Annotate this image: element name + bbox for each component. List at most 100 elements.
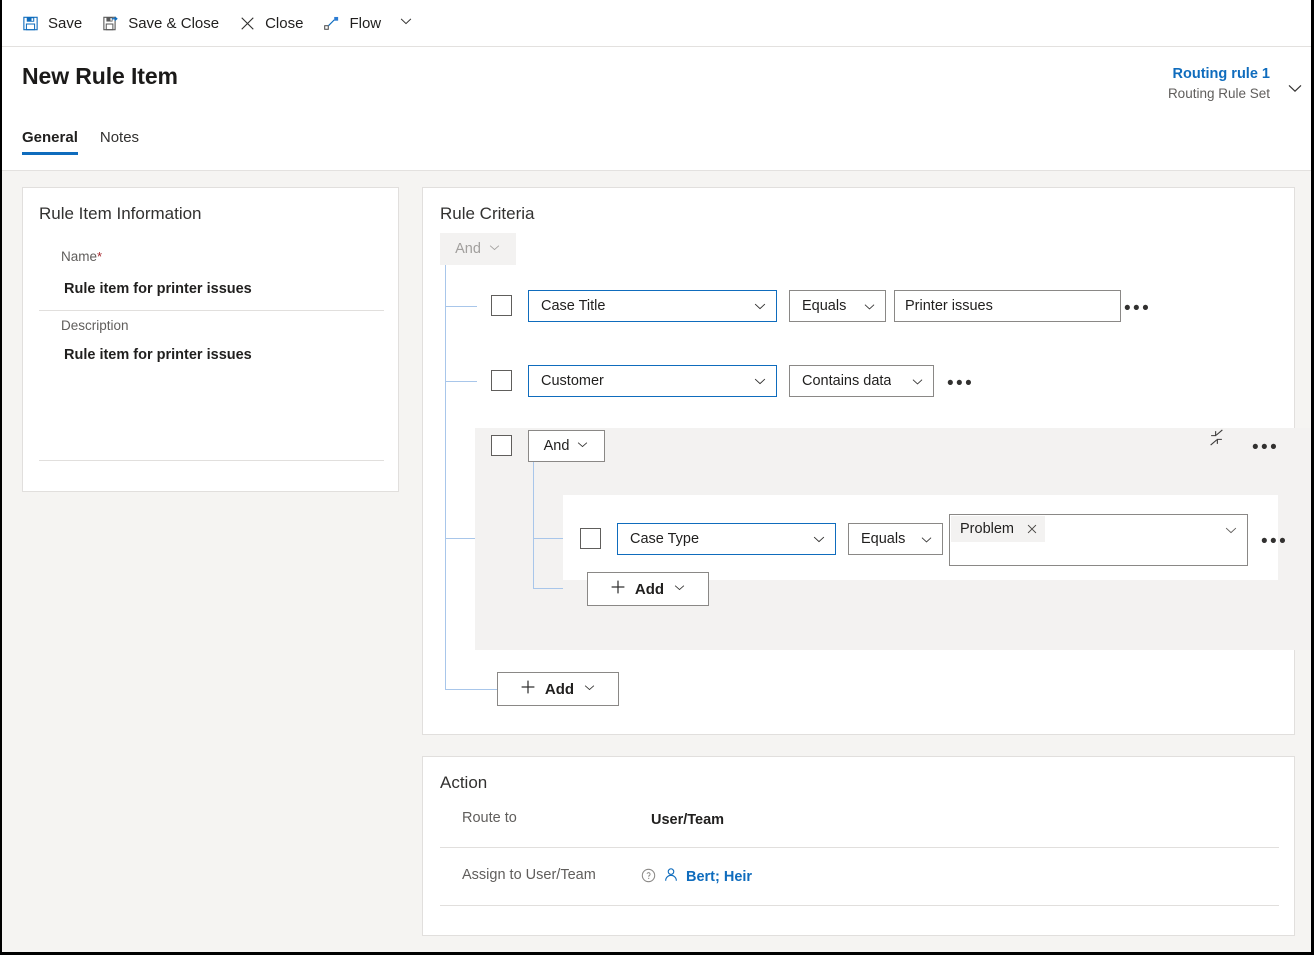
form-header: New Rule Item Routing rule 1 Routing Rul… [2, 47, 1311, 171]
name-field-label: Name* [61, 249, 102, 264]
save-button[interactable]: Save [12, 4, 92, 42]
criteria-value-multiselect[interactable]: Problem [949, 514, 1248, 566]
connector-nested-trunk [533, 462, 534, 589]
criteria-field-value: Case Title [541, 298, 606, 314]
criteria-operator-value: Equals [861, 531, 906, 547]
criteria-field-select[interactable]: Customer [528, 365, 777, 397]
criteria-row-checkbox[interactable] [491, 295, 512, 316]
root-group-operator-button[interactable]: And [440, 233, 516, 265]
criteria-row-checkbox[interactable] [580, 528, 601, 549]
criteria-row-more-label: ••• [1261, 531, 1289, 552]
chevron-down-icon [1224, 523, 1238, 537]
assign-to-label: Assign to User/Team [462, 867, 596, 883]
criteria-value-text: Printer issues [905, 298, 993, 314]
close-button[interactable]: Close [229, 4, 313, 42]
nested-group-checkbox[interactable] [491, 435, 512, 456]
criteria-field-select[interactable]: Case Type [617, 523, 836, 555]
command-bar: Save Save & Close Close Flow [2, 0, 1311, 47]
flow-button[interactable]: Flow [313, 4, 391, 42]
root-group-operator-label: And [455, 241, 481, 257]
assign-to-value-text: Bert; Heir [686, 869, 753, 885]
chevron-down-icon [812, 532, 826, 546]
connector-trunk [445, 265, 446, 689]
root-add-button[interactable]: Add [497, 672, 619, 706]
connector-branch-row1 [445, 306, 477, 307]
criteria-row-more-button[interactable]: ••• [1261, 532, 1288, 551]
route-to-label: Route to [462, 810, 517, 826]
action-card: Action Route to User/Team Assign to User… [422, 756, 1295, 936]
required-asterisk: * [97, 249, 103, 264]
criteria-operator-select[interactable]: Equals [789, 290, 886, 322]
action-heading: Action [440, 773, 488, 792]
close-button-label: Close [265, 14, 304, 32]
info-circle-icon [641, 868, 656, 887]
criteria-field-value: Case Type [630, 531, 700, 547]
save-and-close-icon [102, 15, 119, 32]
form-body: Rule Item Information Name* Rule item fo… [2, 171, 1311, 952]
tab-notes-label: Notes [99, 129, 140, 146]
close-x-icon[interactable] [1026, 523, 1038, 535]
chevron-down-icon [753, 299, 767, 313]
name-field-value[interactable]: Rule item for printer issues [64, 281, 252, 297]
nested-group-add-button[interactable]: Add [587, 572, 709, 606]
action-row-divider [440, 847, 1279, 848]
save-button-label: Save [48, 14, 83, 32]
criteria-operator-value: Contains data [802, 373, 892, 389]
criteria-builder: And Case Title Equals Printer issues •••… [423, 188, 1311, 736]
tab-general[interactable]: General [22, 129, 78, 155]
nested-group-operator-button[interactable]: And [528, 430, 605, 462]
chevron-down-icon [673, 581, 686, 598]
flow-icon [323, 15, 340, 32]
save-icon [22, 15, 39, 32]
criteria-value-input[interactable]: Printer issues [894, 290, 1121, 322]
save-and-close-button-label: Save & Close [128, 14, 220, 32]
criteria-row-more-label: ••• [947, 373, 975, 394]
chevron-down-icon [1287, 80, 1303, 101]
chevron-down-icon [911, 375, 924, 388]
save-and-close-button[interactable]: Save & Close [92, 4, 229, 42]
assign-to-value[interactable]: Bert; Heir [641, 867, 752, 887]
connector-branch-group [445, 538, 477, 539]
criteria-field-value: Customer [541, 373, 604, 389]
description-field-label: Description [61, 318, 129, 333]
close-x-icon [239, 15, 256, 32]
context-record-link[interactable]: Routing rule 1 [1168, 65, 1270, 84]
collapse-arrows-icon [1208, 429, 1225, 451]
nested-group-collapse-button[interactable] [1205, 429, 1227, 451]
form-tabs: General Notes [22, 129, 139, 155]
chevron-down-icon [920, 533, 933, 546]
connector-branch-row2 [445, 381, 477, 382]
route-to-value[interactable]: User/Team [651, 812, 724, 828]
chevron-down-icon [753, 374, 767, 388]
value-tag-label: Problem [960, 521, 1014, 537]
name-field-divider [39, 310, 384, 311]
chevron-down-icon [863, 300, 876, 313]
rule-item-information-heading: Rule Item Information [39, 204, 202, 223]
connector-nested-branch-row [533, 538, 563, 539]
header-context: Routing rule 1 Routing Rule Set [1168, 65, 1270, 103]
root-add-label: Add [544, 680, 575, 698]
criteria-row-more-button[interactable]: ••• [1124, 299, 1151, 318]
command-bar-overflow-button[interactable] [391, 4, 421, 42]
app-window: Save Save & Close Close Flow New Rule It… [0, 0, 1314, 955]
criteria-row-more-button[interactable]: ••• [947, 374, 974, 393]
connector-nested-branch-add [533, 588, 563, 589]
criteria-operator-select[interactable]: Contains data [789, 365, 934, 397]
tab-notes[interactable]: Notes [100, 129, 139, 155]
nested-group-add-label: Add [634, 580, 665, 598]
criteria-field-select[interactable]: Case Title [528, 290, 777, 322]
nested-group-more-button[interactable]: ••• [1252, 438, 1279, 457]
criteria-operator-select[interactable]: Equals [848, 523, 943, 555]
chevron-down-icon [399, 14, 413, 33]
description-field-divider [39, 460, 384, 461]
plus-icon [520, 679, 536, 699]
header-expand-button[interactable] [1282, 77, 1308, 103]
criteria-row-checkbox[interactable] [491, 370, 512, 391]
description-field-value[interactable]: Rule item for printer issues [64, 347, 252, 363]
value-tag-problem: Problem [951, 516, 1045, 542]
name-label-text: Name [61, 249, 98, 264]
rule-criteria-card: Rule Criteria And Case Title Equals Prin… [422, 187, 1311, 736]
rule-item-information-card: Rule Item Information Name* Rule item fo… [22, 187, 399, 492]
person-icon [663, 867, 679, 887]
chevron-down-icon [576, 438, 589, 455]
